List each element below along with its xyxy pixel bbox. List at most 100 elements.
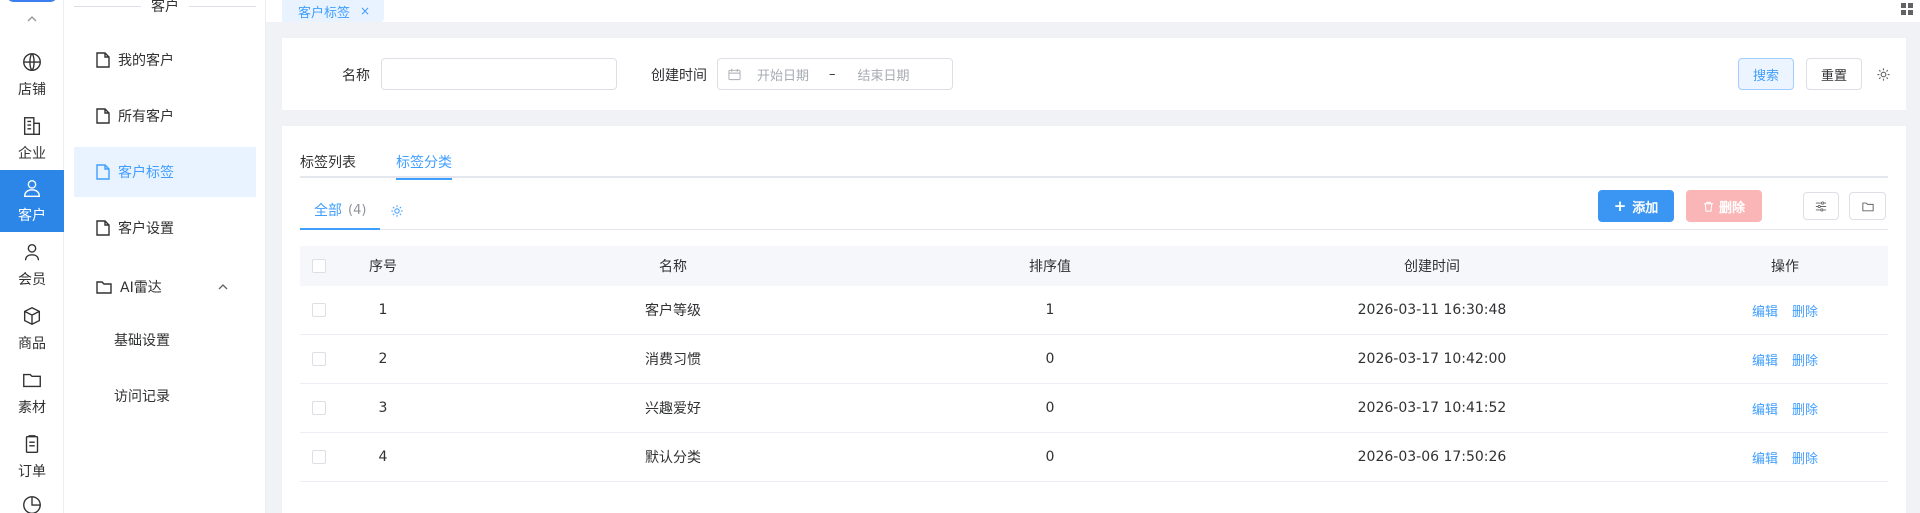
column-header-created: 创建时间 — [1404, 259, 1460, 275]
plus-icon: + — [1613, 197, 1627, 215]
chevron-up-icon[interactable] — [0, 12, 64, 26]
column-settings-button[interactable] — [1803, 192, 1839, 220]
edit-link[interactable]: 编辑 — [1752, 399, 1778, 418]
cell-index: 2 — [378, 351, 388, 367]
reset-button[interactable]: 重置 — [1806, 58, 1862, 90]
building-icon — [23, 117, 41, 135]
folder-button[interactable] — [1849, 192, 1886, 220]
cell-sort: 0 — [1045, 351, 1055, 367]
delete-link[interactable]: 删除 — [1792, 301, 1818, 320]
rail-item-product[interactable]: 商品 — [0, 298, 64, 360]
globe-icon — [23, 53, 41, 71]
cell-created: 2026-03-17 10:41:52 — [1357, 400, 1507, 416]
pie-chart-icon — [23, 496, 41, 513]
row-checkbox[interactable] — [312, 401, 326, 415]
view-tabs: 标签列表 标签分类 — [300, 146, 1888, 180]
close-icon[interactable]: × — [360, 4, 370, 18]
rail-item-label: 客户 — [18, 208, 46, 224]
document-icon — [96, 220, 110, 236]
secondary-sidebar: 客户 我的客户 所有客户 客户标签 客户设置 AI雷达 基础设置 访问记录 — [64, 0, 266, 513]
cell-name: 消费习惯 — [645, 352, 701, 368]
delete-button[interactable]: 删除 — [1686, 190, 1762, 222]
calendar-icon — [728, 68, 741, 80]
created-time-label: 创建时间 — [651, 68, 707, 84]
rail-item-material[interactable]: 素材 — [0, 362, 64, 424]
delete-link[interactable]: 删除 — [1792, 399, 1818, 418]
sidebar-item-visit-records[interactable]: 访问记录 — [74, 371, 256, 421]
cell-created: 2026-03-11 16:30:48 — [1357, 302, 1507, 318]
date-range-picker[interactable]: 开始日期 – 结束日期 — [717, 58, 953, 90]
row-checkbox[interactable] — [312, 450, 326, 464]
rail-item-member[interactable]: 会员 — [0, 234, 64, 296]
sidebar-group-ai-radar[interactable]: AI雷达 — [74, 262, 256, 312]
rail-item-enterprise[interactable]: 企业 — [0, 108, 64, 170]
delete-link[interactable]: 删除 — [1792, 350, 1818, 369]
folder-icon — [1861, 202, 1874, 211]
sliders-icon — [1815, 201, 1827, 211]
table-row: 3 兴趣爱好 0 2026-03-17 10:41:52 编辑 删除 — [300, 384, 1888, 433]
start-date-placeholder[interactable]: 开始日期 — [757, 65, 809, 84]
tab-tag-list[interactable]: 标签列表 — [300, 146, 356, 178]
column-header-index: 序号 — [369, 259, 397, 275]
customer-icon — [23, 179, 41, 197]
rail-item-order[interactable]: 订单 — [0, 426, 64, 488]
cell-sort: 1 — [1045, 302, 1055, 318]
edit-link[interactable]: 编辑 — [1752, 301, 1778, 320]
sidebar-item-label: 所有客户 — [118, 109, 174, 125]
table-header: 序号 名称 排序值 创建时间 操作 — [300, 246, 1888, 286]
cell-index: 1 — [378, 302, 388, 318]
box-icon — [23, 306, 41, 326]
folder-icon — [23, 373, 41, 388]
edit-link[interactable]: 编辑 — [1752, 350, 1778, 369]
add-button[interactable]: + 添加 — [1598, 190, 1674, 222]
category-tab-all[interactable]: 全部 (4) — [300, 192, 381, 230]
sidebar-item-all-customers[interactable]: 所有客户 — [74, 91, 256, 141]
cell-sort: 0 — [1045, 400, 1055, 416]
search-button[interactable]: 搜索 — [1738, 58, 1794, 90]
select-all-checkbox[interactable] — [312, 259, 326, 273]
edit-link[interactable]: 编辑 — [1752, 448, 1778, 467]
rail-top-indicator — [6, 0, 58, 2]
cell-sort: 0 — [1045, 449, 1055, 465]
rail-item-label: 订单 — [18, 464, 46, 480]
rail-item-customer[interactable]: 客户 — [0, 170, 64, 232]
cell-index: 4 — [378, 449, 388, 465]
rail-item-label: 商品 — [18, 336, 46, 352]
column-header-actions: 操作 — [1771, 259, 1799, 275]
tab-customer-tags[interactable]: 客户标签 × — [282, 0, 385, 22]
name-input[interactable] — [381, 58, 617, 90]
column-header-name: 名称 — [659, 259, 687, 275]
category-count: (4) — [348, 202, 367, 218]
grid-icon[interactable] — [1900, 2, 1914, 16]
search-panel: 名称 创建时间 开始日期 – 结束日期 搜索 重置 — [282, 38, 1906, 110]
sidebar-item-my-customers[interactable]: 我的客户 — [74, 35, 256, 85]
cell-index: 3 — [378, 400, 388, 416]
rail-item-label: 企业 — [18, 146, 46, 162]
row-checkbox[interactable] — [312, 303, 326, 317]
sidebar-item-label: 客户设置 — [118, 221, 174, 237]
rail-item-label: 素材 — [18, 400, 46, 416]
tab-tag-category[interactable]: 标签分类 — [396, 146, 452, 180]
sidebar-item-customer-tags[interactable]: 客户标签 — [74, 147, 256, 197]
end-date-placeholder[interactable]: 结束日期 — [858, 65, 910, 84]
cell-name: 默认分类 — [645, 450, 701, 466]
rail-item-stats[interactable] — [0, 488, 64, 513]
sidebar-item-customer-settings[interactable]: 客户设置 — [74, 203, 256, 253]
icon-rail: 店铺 企业 客户 会员 商品 素材 订单 — [0, 0, 64, 513]
cell-created: 2026-03-06 17:50:26 — [1357, 449, 1507, 465]
document-icon — [96, 108, 110, 124]
cell-name: 客户等级 — [645, 303, 701, 319]
sidebar-title: 客户 — [64, 0, 266, 16]
rail-item-store[interactable]: 店铺 — [0, 44, 64, 106]
delete-link[interactable]: 删除 — [1792, 448, 1818, 467]
sidebar-item-label: 客户标签 — [118, 165, 174, 181]
tag-category-panel: 标签列表 标签分类 全部 (4) + 添加 删除 序号 名称 排序值 创建时间 … — [282, 126, 1906, 513]
table-row: 1 客户等级 1 2026-03-11 16:30:48 编辑 删除 — [300, 286, 1888, 335]
gear-icon[interactable] — [1876, 67, 1891, 82]
sidebar-item-basic-settings[interactable]: 基础设置 — [74, 315, 256, 365]
tab-strip: 客户标签 × — [266, 0, 1920, 22]
row-checkbox[interactable] — [312, 352, 326, 366]
document-icon — [96, 52, 110, 68]
gear-icon[interactable] — [390, 204, 404, 218]
sidebar-item-label: 我的客户 — [118, 53, 174, 69]
